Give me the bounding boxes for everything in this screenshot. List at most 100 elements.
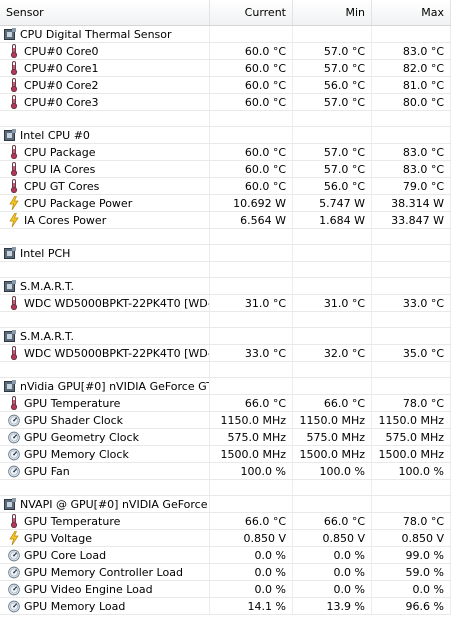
- lightning-icon: [8, 531, 20, 545]
- sensor-group-row[interactable]: S.M.A.R.T.: [0, 278, 451, 295]
- min-value: 575.0 MHz: [293, 429, 372, 445]
- sensor-row[interactable]: IA Cores Power 6.564 W 1.684 W 33.847 W: [0, 212, 451, 229]
- sensor-row[interactable]: CPU GT Cores 60.0 °C 56.0 °C 79.0 °C: [0, 178, 451, 195]
- sensor-row[interactable]: GPU Geometry Clock 575.0 MHz 575.0 MHz 575.…: [0, 429, 451, 446]
- sensor-group-row[interactable]: S.M.A.R.T.: [0, 328, 451, 345]
- min-value: 57.0 °C: [293, 43, 372, 59]
- sensor-row[interactable]: GPU Video Engine Load 0.0 % 0.0 % 0.0 %: [0, 581, 451, 598]
- current-value: [210, 278, 293, 294]
- current-value: 6.564 W: [210, 212, 293, 228]
- min-value: 57.0 °C: [293, 94, 372, 110]
- blank-row: [0, 480, 451, 496]
- current-value: [210, 496, 293, 512]
- gauge-icon: [8, 464, 20, 478]
- sensor-row[interactable]: GPU Memory Controller Load 0.0 % 0.0 % 59.0…: [0, 564, 451, 581]
- gauge-icon: [8, 599, 20, 613]
- sensor-row[interactable]: GPU Memory Clock 1500.0 MHz 1500.0 MHz 1500…: [0, 446, 451, 463]
- max-value: 82.0 °C: [372, 60, 451, 76]
- sensor-group-row[interactable]: Intel PCH: [0, 245, 451, 262]
- current-value: [210, 26, 293, 42]
- sensor-row[interactable]: CPU#0 Core2 60.0 °C 56.0 °C 81.0 °C: [0, 77, 451, 94]
- thermometer-icon: [8, 346, 20, 360]
- current-value: 14.1 %: [210, 598, 293, 614]
- current-value: 60.0 °C: [210, 77, 293, 93]
- current-value: 0.850 V: [210, 530, 293, 546]
- sensor-row[interactable]: CPU#0 Core1 60.0 °C 57.0 °C 82.0 °C: [0, 60, 451, 77]
- chip-icon: [4, 27, 16, 41]
- max-value: 99.0 %: [372, 547, 451, 563]
- sensor-group-row[interactable]: Intel CPU #0: [0, 127, 451, 144]
- sensor-row[interactable]: GPU Shader Clock 1150.0 MHz 1150.0 MHz 1150…: [0, 412, 451, 429]
- sensor-row[interactable]: WDC WD5000BPKT-22PK4T0 [WD-... 33.0 °C 32.…: [0, 345, 451, 362]
- chip-icon: [4, 329, 16, 343]
- sensor-label: GPU Voltage: [24, 531, 92, 545]
- min-value: 66.0 °C: [293, 395, 372, 411]
- sensor-row[interactable]: GPU Fan 100.0 % 100.0 % 100.0 %: [0, 463, 451, 480]
- sensor-name-cell: WDC WD5000BPKT-22PK4T0 [WD-...: [0, 345, 210, 361]
- sensor-group-label: Intel PCH: [20, 246, 71, 260]
- current-value: 60.0 °C: [210, 43, 293, 59]
- sensor-row[interactable]: GPU Temperature 66.0 °C 66.0 °C 78.0 °C: [0, 395, 451, 412]
- column-header-sensor[interactable]: Sensor: [0, 0, 210, 25]
- thermometer-icon: [8, 61, 20, 75]
- sensor-row[interactable]: GPU Voltage 0.850 V 0.850 V 0.850 V: [0, 530, 451, 547]
- max-value: [372, 328, 451, 344]
- sensor-label: GPU Video Engine Load: [24, 582, 153, 596]
- current-value: 60.0 °C: [210, 94, 293, 110]
- sensor-group-label: nVidia GPU[#0] nVIDIA GeForce GT...: [20, 379, 210, 393]
- sensor-row[interactable]: CPU Package Power 10.692 W 5.747 W 38.314 W: [0, 195, 451, 212]
- sensor-name-cell: CPU GT Cores: [0, 178, 210, 194]
- min-value: 1.684 W: [293, 212, 372, 228]
- current-value: [210, 127, 293, 143]
- sensor-row[interactable]: CPU IA Cores 60.0 °C 57.0 °C 83.0 °C: [0, 161, 451, 178]
- max-value: 1150.0 MHz: [372, 412, 451, 428]
- sensor-group-cell: Intel PCH: [0, 245, 210, 261]
- current-value: [210, 245, 293, 261]
- sensor-row[interactable]: CPU#0 Core0 60.0 °C 57.0 °C 83.0 °C: [0, 43, 451, 60]
- thermometer-icon: [8, 179, 20, 193]
- sensor-grid: Sensor Current Min Max CPU Digital Therm…: [0, 0, 451, 615]
- sensor-name-cell: CPU#0 Core0: [0, 43, 210, 59]
- sensor-group-label: S.M.A.R.T.: [20, 279, 74, 293]
- column-header-min[interactable]: Min: [293, 0, 372, 25]
- sensor-label: GPU Geometry Clock: [24, 430, 139, 444]
- thermometer-icon: [8, 396, 20, 410]
- blank-row: [0, 262, 451, 278]
- sensor-row[interactable]: GPU Memory Load 14.1 % 13.9 % 96.6 %: [0, 598, 451, 615]
- gauge-icon: [8, 548, 20, 562]
- sensor-label: GPU Memory Clock: [24, 447, 129, 461]
- max-value: 81.0 °C: [372, 77, 451, 93]
- sensor-label: CPU Package Power: [24, 196, 133, 210]
- max-value: [372, 496, 451, 512]
- sensor-group-row[interactable]: nVidia GPU[#0] nVIDIA GeForce GT...: [0, 378, 451, 395]
- sensor-group-label: NVAPI @ GPU[#0] nVIDIA GeForce ...: [20, 497, 210, 511]
- max-value: 38.314 W: [372, 195, 451, 211]
- sensor-group-row[interactable]: CPU Digital Thermal Sensor: [0, 26, 451, 43]
- sensor-label: CPU#0 Core1: [24, 61, 99, 75]
- min-value: 57.0 °C: [293, 161, 372, 177]
- current-value: 10.692 W: [210, 195, 293, 211]
- sensor-row[interactable]: CPU#0 Core3 60.0 °C 57.0 °C 80.0 °C: [0, 94, 451, 111]
- sensor-label: GPU Shader Clock: [24, 413, 124, 427]
- sensor-row[interactable]: WDC WD5000BPKT-22PK4T0 [WD-... 31.0 °C 31.…: [0, 295, 451, 312]
- current-value: 31.0 °C: [210, 295, 293, 311]
- sensor-label: GPU Memory Controller Load: [24, 565, 183, 579]
- column-header-current[interactable]: Current: [210, 0, 293, 25]
- column-header-max[interactable]: Max: [372, 0, 451, 25]
- sensor-row[interactable]: GPU Temperature 66.0 °C 66.0 °C 78.0 °C: [0, 513, 451, 530]
- current-value: 1150.0 MHz: [210, 412, 293, 428]
- min-value: 56.0 °C: [293, 178, 372, 194]
- min-value: 57.0 °C: [293, 60, 372, 76]
- sensor-label: IA Cores Power: [24, 213, 107, 227]
- sensor-name-cell: GPU Temperature: [0, 513, 210, 529]
- sensor-row[interactable]: CPU Package 60.0 °C 57.0 °C 83.0 °C: [0, 144, 451, 161]
- sensor-name-cell: GPU Memory Clock: [0, 446, 210, 462]
- sensor-name-cell: GPU Fan: [0, 463, 210, 479]
- sensor-row[interactable]: GPU Core Load 0.0 % 0.0 % 99.0 %: [0, 547, 451, 564]
- thermometer-icon: [8, 514, 20, 528]
- current-value: 60.0 °C: [210, 60, 293, 76]
- max-value: 78.0 °C: [372, 513, 451, 529]
- sensor-group-row[interactable]: NVAPI @ GPU[#0] nVIDIA GeForce ...: [0, 496, 451, 513]
- sensor-name-cell: GPU Memory Load: [0, 598, 210, 614]
- lightning-icon: [8, 196, 20, 210]
